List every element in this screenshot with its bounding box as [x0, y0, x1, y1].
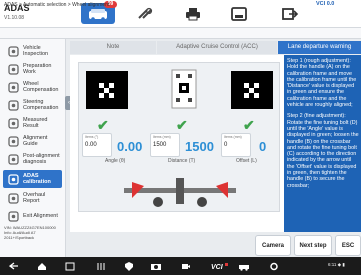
vci-icon: VCI	[211, 263, 228, 270]
instructions-panel: Step 1 (rough adjustment): Hold the hand…	[284, 55, 361, 232]
distance-value: 1500	[185, 139, 214, 154]
vci-label: VCI	[316, 1, 326, 7]
tab-note[interactable]: Note	[70, 41, 156, 54]
sidebar-item-label: Overhaul Report	[23, 192, 46, 204]
sidebar-item-label: Alignment Guide	[23, 135, 48, 147]
sidebar-item-label: Wheel Compensation	[23, 81, 59, 93]
list-icon	[6, 116, 20, 130]
car-icon	[239, 264, 249, 271]
network-nav-button[interactable]	[123, 261, 135, 271]
screenshot-icon	[231, 6, 247, 21]
breadcrumb: ADAS > Automatic selection > Wheel align…	[4, 2, 110, 8]
sidebar-item-4[interactable]: Measured Result	[3, 114, 62, 132]
offset-label: Offset (L)	[236, 158, 257, 164]
distance-field: Items (mm) 1500	[150, 133, 180, 157]
report-icon	[6, 191, 20, 205]
calibration-rig-icon	[124, 178, 236, 207]
exit-button[interactable]	[273, 3, 307, 24]
vci-nav-button[interactable]: VCI	[211, 261, 229, 271]
shield-icon	[125, 261, 133, 271]
offset-value: 0	[259, 139, 267, 154]
camera-button[interactable]: Camera	[255, 235, 291, 256]
angle-label: Angle (θ)	[105, 158, 126, 164]
home-nav-button[interactable]	[36, 261, 48, 271]
sidebar-item-label: Exit Alignment	[23, 213, 58, 219]
camera-nav-button[interactable]	[150, 261, 162, 271]
recent-apps-icon	[65, 262, 75, 270]
offset-check-icon: ✔	[243, 117, 255, 133]
home-icon	[89, 8, 107, 21]
breadcrumb-bar	[0, 28, 361, 39]
wrench-icon	[6, 62, 20, 76]
instruction-step-2: Step 2 (fine adjustment): Rotate the fin…	[287, 113, 359, 189]
tab-lane-departure-warning[interactable]: Lane departure warning	[278, 41, 361, 54]
checker-icon	[99, 83, 114, 98]
exit-icon	[282, 7, 299, 20]
app-version: V1.10.08	[4, 15, 25, 21]
sidebar-item-label: Measured Result	[23, 117, 48, 129]
house-icon	[38, 262, 46, 270]
back-nav-button[interactable]	[8, 261, 20, 271]
svg-text:VCI: VCI	[211, 264, 224, 270]
left-target-board	[86, 71, 128, 109]
vehicle-text: Info: Audi/Audi A7 2011+/Sportback	[4, 230, 36, 240]
tab-acc[interactable]: Adaptive Cruise Control (ACC)	[157, 41, 277, 54]
status-text: 6:11 ◆ ▮	[328, 262, 345, 267]
sidebar-item-0[interactable]: Vehicle Inspection	[3, 42, 62, 60]
settings-nav-button[interactable]	[268, 261, 280, 271]
sidebar-item-1[interactable]: Preparation Work	[3, 60, 62, 78]
guide-icon	[6, 134, 20, 148]
steering-icon	[6, 98, 20, 112]
next-step-button[interactable]: Next step	[294, 235, 332, 256]
offset-field: Items (mm) 0	[221, 133, 251, 157]
vci-status: VCI 0.0	[316, 1, 334, 7]
exit-icon	[6, 209, 20, 223]
sidebar-item-label: Vehicle Inspection	[23, 45, 49, 57]
list-icon	[97, 262, 105, 270]
instruction-step-1: Step 1 (rough adjustment): Hold the hand…	[287, 58, 357, 109]
angle-value: 0.00	[117, 139, 143, 154]
save-button[interactable]	[222, 3, 256, 24]
diagnosis-icon	[6, 152, 20, 166]
sidebar-item-label: Preparation Work	[23, 63, 52, 75]
sidebar-item-label: Steering Compensation	[23, 99, 59, 111]
media-nav-button[interactable]	[180, 261, 192, 271]
sidebar-item-8[interactable]: Overhaul Report	[3, 189, 62, 207]
gear-icon	[270, 262, 278, 270]
distance-check-icon: ✔	[176, 117, 188, 133]
back-icon	[9, 262, 18, 270]
adas-icon	[6, 172, 20, 186]
tools-button[interactable]	[128, 3, 162, 24]
checker-icon	[244, 83, 259, 98]
calibration-frame-icon	[171, 69, 197, 109]
angle-field: Items (°) 0.00	[82, 133, 112, 157]
video-icon	[182, 263, 190, 269]
distance-label: Distance (T)	[168, 158, 196, 164]
app-window: ADAS V1.10.08 99 ADAS > Automatic select…	[0, 0, 361, 275]
printer-icon	[186, 7, 200, 20]
recent-apps-button[interactable]	[64, 261, 76, 271]
esc-button[interactable]: ESC	[335, 235, 361, 256]
right-target-board	[231, 71, 273, 109]
recent-list-button[interactable]	[95, 261, 107, 271]
sidebar-item-label: Post-alignment diagnosis	[23, 153, 60, 165]
sidebar-item-9[interactable]: Exit Alignment	[3, 207, 62, 225]
tools-icon	[138, 7, 153, 19]
camera-icon	[151, 263, 161, 270]
vehicle-nav-button[interactable]	[238, 261, 250, 271]
sidebar-item-7[interactable]: ADAS calibration	[3, 170, 62, 188]
car-icon	[6, 44, 20, 58]
sidebar-item-6[interactable]: Post-alignment diagnosis	[3, 150, 62, 168]
sidebar-item-3[interactable]: Steering Compensation	[3, 96, 62, 114]
vehicle-info: VIN: WAUZZZ4G7EN100000 Info: Audi/Audi A…	[4, 225, 64, 240]
sidebar-item-5[interactable]: Alignment Guide	[3, 132, 62, 150]
vci-value: 0.0	[326, 1, 335, 7]
sidebar-item-label: ADAS calibration	[23, 173, 51, 185]
angle-check-icon: ✔	[97, 117, 109, 133]
sidebar-item-2[interactable]: Wheel Compensation	[3, 78, 62, 96]
wheel-icon	[6, 80, 20, 94]
print-button[interactable]	[176, 3, 210, 24]
